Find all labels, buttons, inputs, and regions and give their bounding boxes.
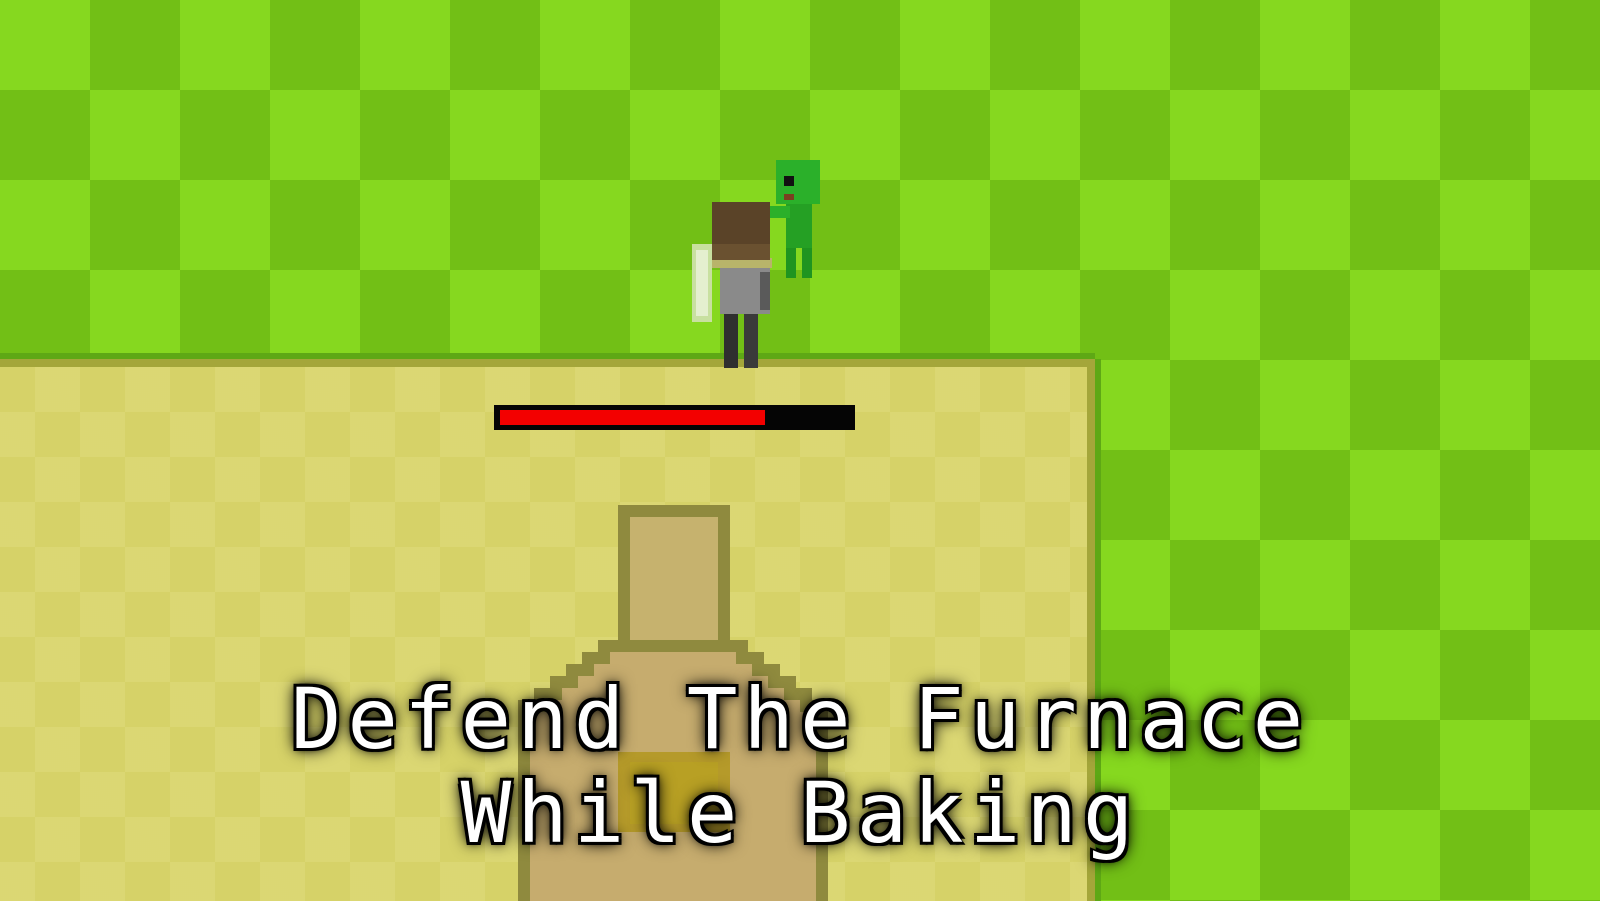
title-line-1: Defend The Furnace [290, 670, 1310, 768]
game-title: Defend The Furnace While Baking [0, 672, 1600, 860]
title-line-2: While Baking [460, 764, 1140, 862]
game-canvas[interactable]: Defend The Furnace While Baking [0, 0, 1600, 901]
